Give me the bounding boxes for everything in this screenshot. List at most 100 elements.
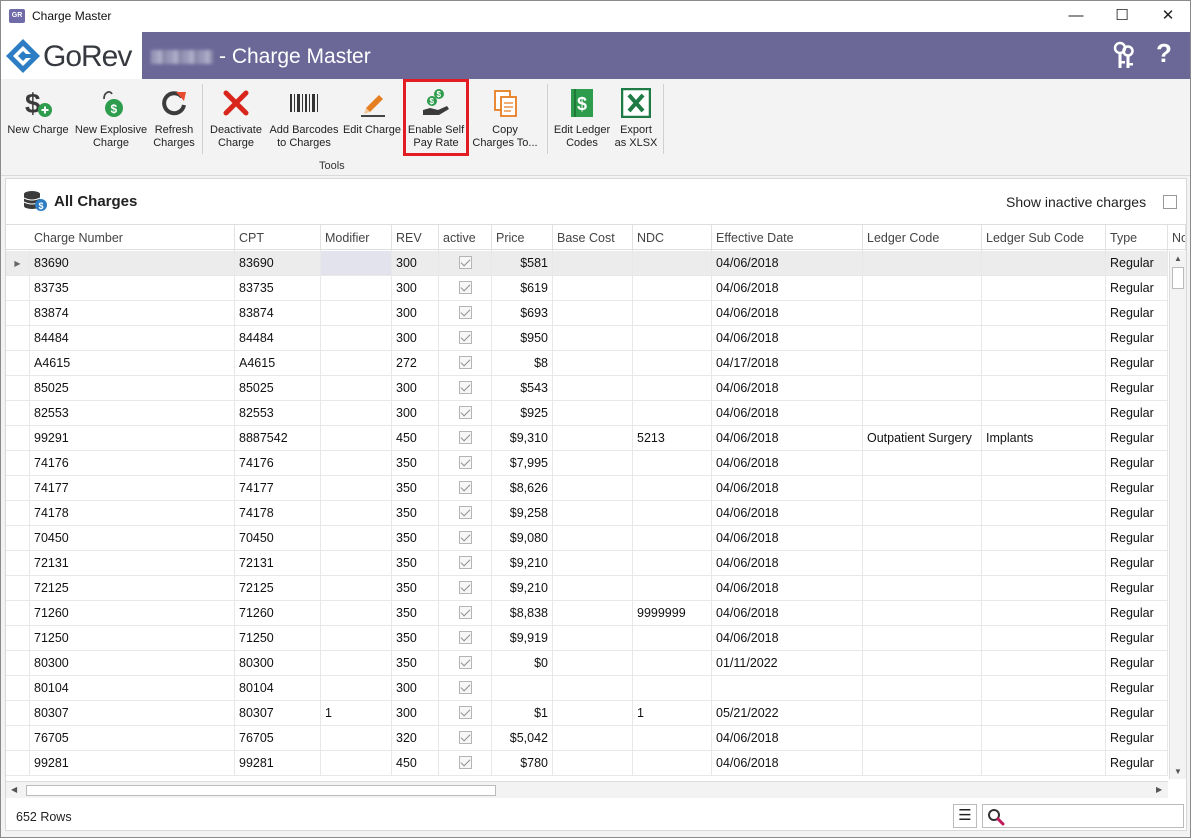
table-cell[interactable]: 350 [392,601,439,625]
scroll-right-arrow-icon[interactable]: ▶ [1156,785,1162,794]
show-inactive-checkbox[interactable] [1163,195,1177,209]
active-checkbox[interactable] [458,731,472,744]
vertical-scroll-thumb[interactable] [1172,267,1184,289]
active-checkbox[interactable] [458,381,472,394]
table-cell[interactable]: 99281 [30,751,235,775]
table-cell[interactable]: Regular [1106,626,1168,650]
table-cell[interactable] [863,251,982,275]
deactivate-charge-button[interactable]: Deactivate Charge [207,85,265,155]
active-checkbox[interactable] [458,281,472,294]
table-cell[interactable] [553,351,633,375]
active-cell[interactable] [439,551,492,575]
table-cell[interactable]: 04/06/2018 [712,476,863,500]
table-cell[interactable]: Implants [982,426,1106,450]
horizontal-scroll-thumb[interactable] [26,785,496,796]
table-cell[interactable] [633,351,712,375]
table-row[interactable]: 74178 74178 350 $9,258 04/06/2018 Regular [6,501,1168,526]
column-header[interactable]: CPT [235,225,321,251]
minimize-button[interactable]: — [1053,1,1099,32]
table-cell[interactable]: 70450 [235,526,321,550]
table-cell[interactable]: 83874 [235,301,321,325]
scroll-left-arrow-icon[interactable]: ◀ [11,785,17,794]
table-cell[interactable] [321,576,392,600]
table-row[interactable]: 74177 74177 350 $8,626 04/06/2018 Regular [6,476,1168,501]
table-cell[interactable] [553,476,633,500]
active-cell[interactable] [439,576,492,600]
active-cell[interactable] [439,251,492,275]
table-cell[interactable] [553,401,633,425]
table-cell[interactable]: Regular [1106,601,1168,625]
vertical-scrollbar[interactable]: ▲ ▼ [1169,251,1186,779]
table-cell[interactable] [863,626,982,650]
row-indicator[interactable] [6,351,30,375]
table-cell[interactable]: $693 [492,301,553,325]
table-cell[interactable]: 82553 [235,401,321,425]
active-checkbox[interactable] [458,431,472,444]
table-cell[interactable]: 84484 [30,326,235,350]
table-cell[interactable] [553,701,633,725]
table-row[interactable]: 80307 80307 1 300 $1 1 05/21/2022 Regular [6,701,1168,726]
table-cell[interactable] [863,351,982,375]
table-cell[interactable] [553,551,633,575]
table-cell[interactable]: Regular [1106,401,1168,425]
table-cell[interactable]: 72131 [235,551,321,575]
table-cell[interactable]: $8,838 [492,601,553,625]
table-cell[interactable]: 350 [392,576,439,600]
table-cell[interactable] [863,576,982,600]
table-row[interactable]: 80300 80300 350 $0 01/11/2022 Regular [6,651,1168,676]
table-cell[interactable] [863,301,982,325]
add-barcodes-button[interactable]: Add Barcodes to Charges [268,85,340,155]
table-cell[interactable] [633,651,712,675]
table-cell[interactable]: 74177 [235,476,321,500]
table-row[interactable]: 82553 82553 300 $925 04/06/2018 Regular [6,401,1168,426]
table-cell[interactable]: 04/06/2018 [712,376,863,400]
table-cell[interactable] [982,476,1106,500]
table-cell[interactable]: 99281 [235,751,321,775]
table-cell[interactable] [982,676,1106,700]
table-cell[interactable] [633,376,712,400]
table-cell[interactable] [633,451,712,475]
table-cell[interactable]: $581 [492,251,553,275]
column-header[interactable]: No [1168,225,1186,251]
table-cell[interactable]: 272 [392,351,439,375]
table-row[interactable]: 84484 84484 300 $950 04/06/2018 Regular [6,326,1168,351]
table-cell[interactable]: Regular [1106,251,1168,275]
table-cell[interactable] [982,326,1106,350]
table-cell[interactable]: 04/06/2018 [712,551,863,575]
table-row[interactable]: 71250 71250 350 $9,919 04/06/2018 Regular [6,626,1168,651]
active-cell[interactable] [439,651,492,675]
table-cell[interactable] [321,376,392,400]
active-cell[interactable] [439,701,492,725]
table-cell[interactable]: $950 [492,326,553,350]
table-cell[interactable]: 74178 [30,501,235,525]
table-cell[interactable] [982,351,1106,375]
table-cell[interactable]: 76705 [30,726,235,750]
table-cell[interactable] [633,326,712,350]
search-box[interactable] [982,804,1184,828]
table-cell[interactable]: Regular [1106,751,1168,775]
row-indicator[interactable] [6,501,30,525]
table-cell[interactable]: Regular [1106,576,1168,600]
active-cell[interactable] [439,276,492,300]
table-cell[interactable]: Regular [1106,426,1168,450]
active-cell[interactable] [439,376,492,400]
table-cell[interactable]: Regular [1106,651,1168,675]
table-cell[interactable] [863,326,982,350]
table-cell[interactable]: 04/06/2018 [712,451,863,475]
table-cell[interactable] [321,726,392,750]
table-cell[interactable] [982,401,1106,425]
table-cell[interactable]: Regular [1106,276,1168,300]
active-cell[interactable] [439,626,492,650]
table-cell[interactable] [633,726,712,750]
table-cell[interactable]: 5213 [633,426,712,450]
column-header[interactable]: Price [492,225,553,251]
table-cell[interactable]: A4615 [235,351,321,375]
table-cell[interactable]: 300 [392,676,439,700]
table-cell[interactable]: $9,258 [492,501,553,525]
table-cell[interactable] [321,426,392,450]
table-cell[interactable] [633,676,712,700]
keys-icon[interactable] [1111,41,1137,71]
active-checkbox[interactable] [458,481,472,494]
table-cell[interactable]: 80104 [30,676,235,700]
active-checkbox[interactable] [458,256,472,269]
